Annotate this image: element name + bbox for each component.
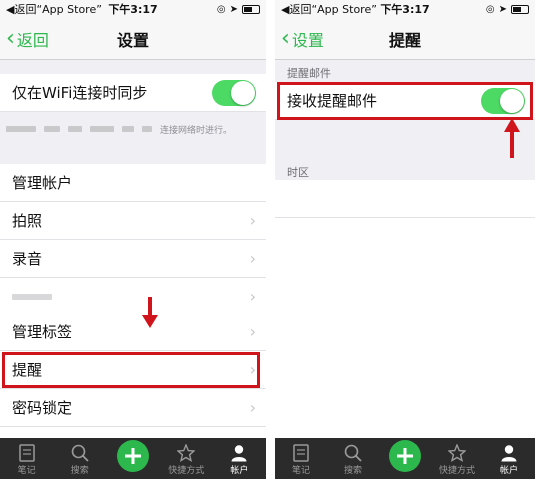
- tab-account[interactable]: 帐户: [213, 438, 266, 479]
- settings-item-partial: [0, 427, 266, 438]
- notes-icon: [293, 444, 309, 462]
- location-icon: ➤: [229, 3, 238, 15]
- tab-label: 搜索: [343, 466, 362, 476]
- timezone-row[interactable]: [275, 180, 535, 218]
- settings-item-label: 管理帐户: [12, 174, 73, 192]
- settings-screen: ◀返回“App Store” 下午3:17 ◎ ➤ ‹ 返回 设置 仅在WiFi…: [0, 0, 266, 479]
- chevron-right-icon: ›: [249, 398, 256, 417]
- star-icon: [448, 444, 466, 462]
- back-button[interactable]: ‹ 设置: [281, 18, 324, 60]
- settings-item-blurred[interactable]: ›: [0, 278, 266, 316]
- blurred-text: [12, 293, 52, 300]
- settings-item-label: 管理标签: [12, 323, 73, 341]
- back-button-label: 设置: [291, 31, 324, 50]
- tab-label: 笔记: [17, 466, 36, 476]
- section-header-timezone: 时区: [287, 166, 309, 179]
- section-header-email: 提醒邮件: [287, 67, 331, 80]
- tab-shortcuts[interactable]: 快捷方式: [431, 438, 483, 479]
- account-icon: [231, 445, 247, 462]
- battery-icon: [511, 4, 529, 14]
- plus-icon: [389, 440, 421, 472]
- blurred-text: [6, 126, 36, 132]
- status-icons: ◎ ➤: [486, 4, 529, 15]
- tab-label: 笔记: [291, 466, 310, 476]
- tab-notes[interactable]: 笔记: [275, 438, 327, 479]
- settings-item-camera[interactable]: 拍照 ›: [0, 202, 266, 240]
- star-icon: [177, 444, 196, 462]
- chevron-left-icon: ‹: [281, 26, 290, 51]
- settings-item-passcode-lock[interactable]: 密码锁定 ›: [0, 389, 266, 427]
- tab-label: 帐户: [230, 466, 249, 476]
- receive-email-highlight: [277, 82, 533, 120]
- blurred-text: [68, 126, 82, 132]
- wifi-sync-toggle[interactable]: [212, 79, 256, 106]
- chevron-right-icon: ›: [249, 249, 256, 268]
- rotation-lock-icon: ◎: [485, 3, 495, 15]
- panel-divider: [266, 0, 275, 479]
- status-time: 下午3:17: [380, 3, 430, 16]
- chevron-right-icon: ›: [249, 322, 256, 341]
- chevron-right-icon: ›: [249, 211, 256, 230]
- chevron-right-icon: ›: [249, 287, 256, 306]
- back-button-label: 返回: [16, 31, 49, 50]
- tab-label: 快捷方式: [438, 466, 475, 476]
- down-arrow-icon: [142, 297, 158, 328]
- page-title: 设置: [116, 30, 149, 50]
- nav-bar: ‹ 返回 设置: [0, 18, 266, 60]
- status-bar: ◀返回“App Store” 下午3:17 ◎ ➤: [275, 0, 535, 18]
- tab-new-note[interactable]: [379, 438, 431, 479]
- settings-item-manage-tags[interactable]: 管理标签 ›: [0, 313, 266, 351]
- status-bar: ◀返回“App Store” 下午3:17 ◎ ➤: [0, 0, 266, 18]
- tab-account[interactable]: 帐户: [483, 438, 535, 479]
- nav-bar: ‹ 设置 提醒: [275, 18, 535, 60]
- empty-area: [275, 218, 535, 438]
- back-button[interactable]: ‹ 返回: [6, 18, 49, 60]
- blurred-text: [44, 126, 60, 132]
- sync-note-text: 连接网络时进行。: [160, 125, 233, 136]
- settings-item-manage-account[interactable]: 管理帐户: [0, 164, 266, 202]
- tab-notes[interactable]: 笔记: [0, 438, 53, 479]
- up-arrow-icon: [504, 118, 520, 158]
- status-time: 下午3:17: [108, 3, 158, 16]
- plus-icon: [117, 440, 149, 472]
- rotation-lock-icon: ◎: [216, 3, 226, 15]
- search-icon: [71, 444, 89, 462]
- settings-list: 仅在WiFi连接时同步 连接网络时进行。 管理帐户 拍照 › 录音 › › 管理…: [0, 60, 266, 438]
- account-icon: [501, 445, 517, 462]
- search-icon: [344, 444, 362, 462]
- tab-bar: 笔记 搜索 快捷方式 帐户: [275, 438, 535, 479]
- settings-item-label: 录音: [12, 250, 43, 268]
- page-title: 提醒: [388, 30, 421, 50]
- tab-bar: 笔记 搜索 快捷方式 帐户: [0, 438, 266, 479]
- status-icons: ◎ ➤: [217, 4, 260, 15]
- blurred-text: [122, 126, 134, 132]
- settings-item-audio[interactable]: 录音 ›: [0, 240, 266, 278]
- tab-label: 快捷方式: [168, 466, 205, 476]
- reminders-screen: ◀返回“App Store” 下午3:17 ◎ ➤ ‹ 设置 提醒 提醒邮件 接…: [275, 0, 535, 479]
- blurred-text: [90, 126, 114, 132]
- chevron-left-icon: ‹: [6, 26, 15, 51]
- blurred-text: [142, 126, 152, 132]
- battery-icon: [242, 4, 260, 14]
- tab-search[interactable]: 搜索: [327, 438, 379, 479]
- tab-new-note[interactable]: [106, 438, 159, 479]
- sync-note: 连接网络时进行。: [6, 122, 260, 136]
- tab-label: 帐户: [499, 466, 518, 476]
- settings-item-label: 拍照: [12, 212, 43, 230]
- reminders-highlight: [2, 352, 260, 388]
- settings-item-label: 密码锁定: [12, 399, 73, 417]
- reminders-list: 提醒邮件 接收提醒邮件 时区: [275, 60, 535, 438]
- tab-label: 搜索: [70, 466, 89, 476]
- wifi-sync-label: 仅在WiFi连接时同步: [12, 84, 148, 102]
- tab-shortcuts[interactable]: 快捷方式: [160, 438, 213, 479]
- notes-icon: [18, 444, 35, 462]
- tab-search[interactable]: 搜索: [53, 438, 106, 479]
- location-icon: ➤: [498, 3, 507, 15]
- wifi-sync-row: 仅在WiFi连接时同步: [0, 74, 266, 112]
